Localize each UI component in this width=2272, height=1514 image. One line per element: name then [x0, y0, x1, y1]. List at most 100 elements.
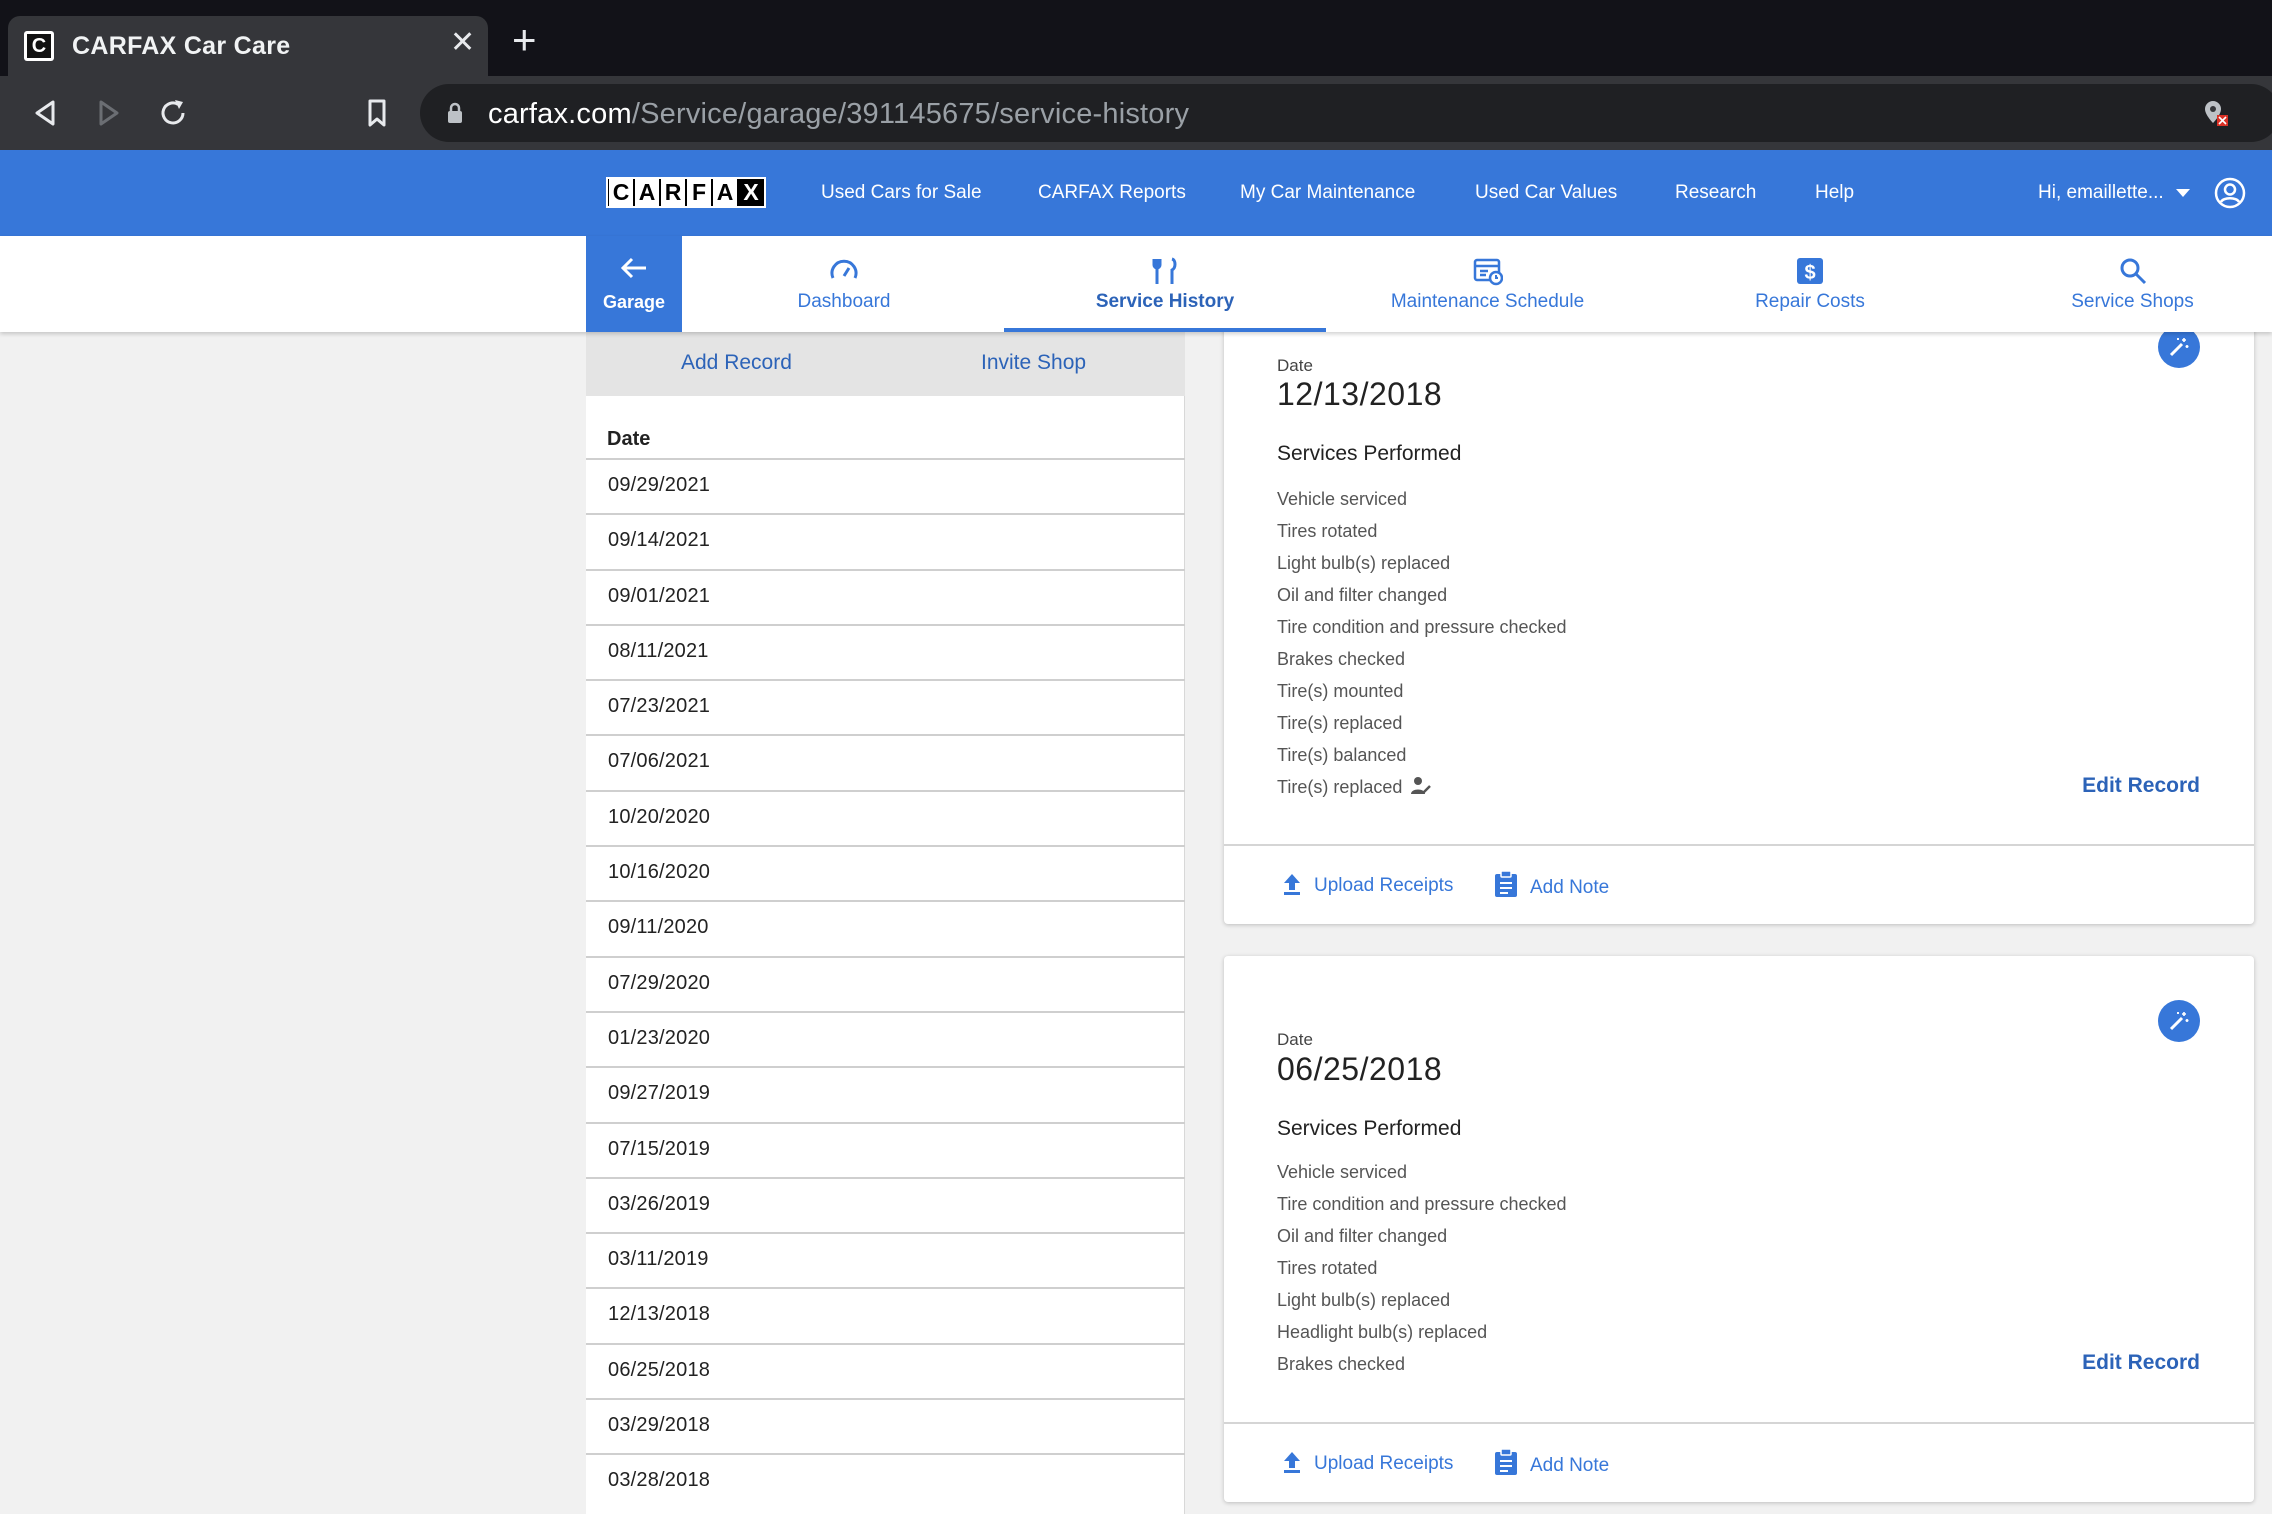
list-item[interactable]: 09/01/2021 [586, 568, 1185, 624]
carfax-logo[interactable]: C A R F A X [606, 177, 766, 208]
bookmark-icon[interactable] [360, 96, 394, 130]
tab-service-history[interactable]: Service History [1004, 236, 1326, 332]
invite-shop-button[interactable]: Invite Shop [981, 332, 1086, 396]
list-item[interactable]: 09/27/2019 [586, 1066, 1185, 1121]
browser-tab[interactable]: CARFAX Car Care ✕ [8, 16, 488, 76]
svg-text:$: $ [1804, 262, 1815, 284]
edit-record-button[interactable]: Edit Record [2082, 774, 2200, 798]
edit-record-button[interactable]: Edit Record [2082, 1351, 2200, 1375]
upload-icon [1284, 874, 1300, 895]
services-list: Vehicle serviced Tires rotated Light bul… [1277, 483, 1567, 803]
service-date-list: Add Record Invite Shop Date 09/29/2021 0… [586, 332, 1185, 1514]
arrow-left-icon [620, 257, 646, 279]
edit-fab[interactable] [2158, 326, 2200, 368]
list-item: Brakes checked [1277, 649, 1406, 669]
list-item[interactable]: 12/13/2018 [586, 1287, 1185, 1342]
dollar-icon: $ [1797, 258, 1823, 284]
reload-icon[interactable] [156, 96, 190, 130]
nav-help[interactable]: Help [1815, 150, 1854, 236]
tab-service-shops[interactable]: Service Shops [2045, 236, 2220, 332]
list-item[interactable]: 01/23/2020 [586, 1010, 1185, 1066]
nav-used-cars[interactable]: Used Cars for Sale [821, 150, 982, 236]
add-note-button[interactable]: Add Note [1494, 870, 1609, 899]
list-item[interactable]: 09/14/2021 [586, 513, 1185, 568]
clipboard-icon [1495, 870, 1517, 897]
tab-title: CARFAX Car Care [72, 32, 291, 60]
list-item: Tire(s) mounted [1277, 681, 1404, 701]
location-blocked-icon[interactable] [2200, 99, 2230, 129]
carfax-favicon-icon [24, 31, 54, 61]
list-item[interactable]: 07/29/2020 [586, 955, 1185, 1011]
list-item[interactable]: 03/26/2019 [586, 1176, 1185, 1232]
date-column-header: Date [607, 428, 651, 450]
list-item[interactable]: 10/20/2020 [586, 789, 1185, 845]
service-record-card: Date 12/13/2018 Services Performed Vehic… [1224, 300, 2254, 924]
list-item: Tire condition and pressure checked [1277, 1194, 1567, 1214]
add-record-button[interactable]: Add Record [681, 332, 792, 396]
date-label: Date [1277, 356, 1313, 375]
back-icon[interactable] [28, 96, 62, 130]
list-item[interactable]: 09/29/2021 [586, 458, 1185, 513]
upload-icon [1284, 1452, 1300, 1473]
caret-down-icon [2175, 188, 2190, 197]
list-item[interactable]: 08/11/2021 [586, 623, 1185, 679]
browser-tab-bar: CARFAX Car Care ✕ + [0, 0, 2272, 76]
magic-wand-icon [2169, 1012, 2189, 1031]
record-date: 06/25/2018 [1277, 1051, 1443, 1087]
url-text: carfax.com/Service/garage/391145675/serv… [488, 98, 1190, 130]
search-icon [2120, 258, 2146, 285]
list-item: Oil and filter changed [1277, 585, 1448, 605]
list-actions: Add Record Invite Shop [586, 332, 1185, 396]
speedometer-icon [830, 259, 858, 279]
nav-my-car-maintenance[interactable]: My Car Maintenance [1240, 150, 1415, 236]
nav-used-car-values[interactable]: Used Car Values [1475, 150, 1617, 236]
list-item: Tire(s) replaced [1277, 713, 1403, 733]
site-header: C A R F A X Used Cars for Sale CARFAX Re… [0, 150, 2272, 236]
account-icon[interactable] [2214, 177, 2246, 209]
card-divider [1224, 1422, 2254, 1424]
tab-dashboard[interactable]: Dashboard [760, 236, 928, 332]
list-item[interactable]: 07/23/2021 [586, 679, 1185, 734]
list-item[interactable]: 10/16/2020 [586, 845, 1185, 900]
list-item: Brakes checked [1277, 1354, 1406, 1374]
list-item[interactable]: 06/25/2018 [586, 1342, 1185, 1398]
list-item: Tire(s) replaced [1277, 771, 1567, 803]
list-item: Light bulb(s) replaced [1277, 553, 1451, 573]
list-item: Tire(s) balanced [1277, 745, 1407, 765]
magic-wand-icon [2169, 338, 2189, 357]
edit-fab[interactable] [2158, 1000, 2200, 1042]
list-item: Oil and filter changed [1277, 1226, 1448, 1246]
wrench-icon [1152, 257, 1177, 284]
service-record-card: Date 06/25/2018 Services Performed Vehic… [1224, 956, 2254, 1502]
list-item[interactable]: 07/06/2021 [586, 734, 1185, 789]
list-item[interactable]: 03/29/2018 [586, 1398, 1185, 1453]
services-performed-title: Services Performed [1277, 442, 1462, 465]
forward-icon[interactable] [92, 96, 126, 130]
tab-close-icon[interactable]: ✕ [450, 28, 475, 58]
list-item[interactable]: 07/15/2019 [586, 1121, 1185, 1177]
list-item[interactable]: 03/11/2019 [586, 1232, 1185, 1287]
add-note-button[interactable]: Add Note [1494, 1448, 1609, 1477]
new-tab-icon[interactable]: + [512, 19, 537, 61]
nav-research[interactable]: Research [1675, 150, 1756, 236]
list-item[interactable]: 03/28/2018 [586, 1453, 1185, 1508]
nav-carfax-reports[interactable]: CARFAX Reports [1038, 150, 1186, 236]
lock-icon [448, 102, 462, 123]
list-item: Vehicle serviced [1277, 489, 1408, 509]
services-performed-title: Services Performed [1277, 1117, 1462, 1140]
upload-receipts-button[interactable]: Upload Receipts [1282, 1450, 1453, 1475]
address-bar[interactable]: carfax.com/Service/garage/391145675/serv… [420, 84, 2272, 142]
user-menu[interactable]: Hi, emaillette... [2038, 150, 2190, 236]
garage-button[interactable]: Garage [586, 236, 682, 332]
record-date: 12/13/2018 [1277, 376, 1443, 412]
upload-receipts-button[interactable]: Upload Receipts [1282, 872, 1453, 897]
list-item: Tire condition and pressure checked [1277, 617, 1567, 637]
tab-repair-costs[interactable]: $ Repair Costs [1720, 236, 1900, 332]
clipboard-icon [1495, 1448, 1517, 1475]
list-item: Headlight bulb(s) replaced [1277, 1322, 1488, 1342]
list-item: Vehicle serviced [1277, 1162, 1408, 1182]
list-item: Tires rotated [1277, 521, 1378, 541]
list-item[interactable]: 09/11/2020 [586, 900, 1185, 955]
list-item: Tires rotated [1277, 1258, 1378, 1278]
tab-maintenance-schedule[interactable]: Maintenance Schedule [1380, 236, 1595, 332]
